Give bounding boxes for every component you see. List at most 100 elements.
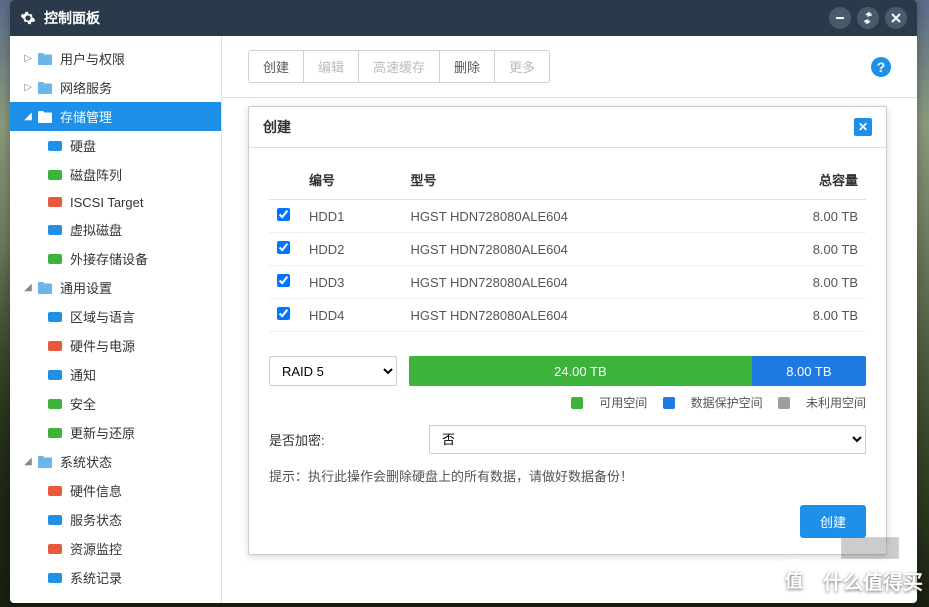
legend-protection-icon xyxy=(663,397,675,409)
help-icon[interactable]: ? xyxy=(871,57,891,77)
sidebar-group-label: 存储管理 xyxy=(60,107,112,126)
cell-model: HGST HDN728080ALE604 xyxy=(403,200,745,233)
sidebar-item-3-3[interactable]: 安全 xyxy=(10,389,221,418)
sidebar-item-4-3[interactable]: 系统记录 xyxy=(10,563,221,592)
sidebar-item-label: 外接存储设备 xyxy=(70,249,148,268)
sidebar-item-2-1[interactable]: 磁盘阵列 xyxy=(10,160,221,189)
sidebar-group-label: 通用设置 xyxy=(60,278,112,297)
cell-model: HGST HDN728080ALE604 xyxy=(403,266,745,299)
gear-icon xyxy=(20,10,36,26)
disk-table: 编号 型号 总容量 HDD1HGST HDN728080ALE6048.00 T… xyxy=(269,160,866,332)
sidebar-item-2-0[interactable]: 硬盘 xyxy=(10,131,221,160)
folder-icon xyxy=(36,280,54,296)
cache-button[interactable]: 高速缓存 xyxy=(359,51,440,82)
sidebar-item-4-1[interactable]: 服务状态 xyxy=(10,505,221,534)
sidebar-item-4-2[interactable]: 资源监控 xyxy=(10,534,221,563)
space-legend: 可用空间 数据保护空间 未利用空间 xyxy=(269,394,866,411)
maximize-button[interactable] xyxy=(857,7,879,29)
cell-capacity: 8.00 TB xyxy=(745,299,866,332)
window-title: 控制面板 xyxy=(44,8,829,28)
table-row: HDD1HGST HDN728080ALE6048.00 TB xyxy=(269,200,866,233)
cell-id: HDD4 xyxy=(301,299,403,332)
chat-icon xyxy=(46,367,64,383)
cell-capacity: 8.00 TB xyxy=(745,233,866,266)
sidebar-item-label: ISCSI Target xyxy=(70,195,143,210)
sidebar-group-label: 系统状态 xyxy=(60,452,112,471)
sidebar-group-label: 用户与权限 xyxy=(60,49,125,68)
sidebar-item-label: 磁盘阵列 xyxy=(70,165,122,184)
sidebar-group-2[interactable]: ◢存储管理 xyxy=(10,102,221,131)
cell-capacity: 8.00 TB xyxy=(745,266,866,299)
row-checkbox[interactable] xyxy=(277,208,290,221)
sidebar-item-2-3[interactable]: 虚拟磁盘 xyxy=(10,215,221,244)
create-button[interactable]: 创建 xyxy=(249,51,304,82)
lock-icon xyxy=(46,396,64,412)
edit-button[interactable]: 编辑 xyxy=(304,51,359,82)
encrypt-select[interactable]: 否 xyxy=(429,425,866,454)
more-button[interactable]: 更多 xyxy=(495,51,549,82)
sidebar-item-label: 硬盘 xyxy=(70,136,96,155)
create-dialog: 创建 ✕ 编号 型号 总容量 HDD1HGST HDN728080ALE6048… xyxy=(248,106,887,555)
sidebar-item-label: 更新与还原 xyxy=(70,423,135,442)
dialog-close-button[interactable]: ✕ xyxy=(854,118,872,136)
cell-capacity: 8.00 TB xyxy=(745,200,866,233)
sidebar-item-4-0[interactable]: 硬件信息 xyxy=(10,476,221,505)
table-row: HDD4HGST HDN728080ALE6048.00 TB xyxy=(269,299,866,332)
sidebar-item-3-1[interactable]: 硬件与电源 xyxy=(10,331,221,360)
sidebar: ▷用户与权限▷网络服务◢存储管理硬盘磁盘阵列ISCSI Target虚拟磁盘外接… xyxy=(10,36,222,603)
tree-toggle-icon: ▷ xyxy=(22,82,34,93)
folder-icon xyxy=(36,454,54,470)
sidebar-group-4[interactable]: ◢ 系统状态 xyxy=(10,447,221,476)
raid-select[interactable]: RAID 5 xyxy=(269,356,397,386)
array-icon xyxy=(46,167,64,183)
titlebar[interactable]: 控制面板 xyxy=(10,0,917,36)
monitor-icon xyxy=(46,541,64,557)
sidebar-item-label: 硬件与电源 xyxy=(70,336,135,355)
minimize-button[interactable] xyxy=(829,7,851,29)
tree-toggle-icon: ◢ xyxy=(22,282,34,293)
cell-id: HDD1 xyxy=(301,200,403,233)
log-icon xyxy=(46,570,64,586)
row-checkbox[interactable] xyxy=(277,307,290,320)
sidebar-item-label: 通知 xyxy=(70,365,96,384)
dialog-create-button[interactable]: 创建 xyxy=(800,505,866,538)
sidebar-group-3[interactable]: ◢ 通用设置 xyxy=(10,273,221,302)
delete-button[interactable]: 删除 xyxy=(440,51,495,82)
sidebar-item-2-4[interactable]: 外接存储设备 xyxy=(10,244,221,273)
refresh-icon xyxy=(46,425,64,441)
folder-icon xyxy=(36,51,54,67)
row-checkbox[interactable] xyxy=(277,274,290,287)
cell-id: HDD2 xyxy=(301,233,403,266)
hdd-icon xyxy=(46,138,64,154)
sidebar-item-3-0[interactable]: 区域与语言 xyxy=(10,302,221,331)
cell-id: HDD3 xyxy=(301,266,403,299)
sidebar-group-0[interactable]: ▷用户与权限 xyxy=(10,44,221,73)
dialog-header[interactable]: 创建 ✕ xyxy=(249,107,886,148)
sidebar-item-2-2[interactable]: ISCSI Target xyxy=(10,189,221,215)
vdisk-icon xyxy=(46,222,64,238)
cell-model: HGST HDN728080ALE604 xyxy=(403,233,745,266)
col-capacity: 总容量 xyxy=(745,160,866,200)
row-checkbox[interactable] xyxy=(277,241,290,254)
cell-model: HGST HDN728080ALE604 xyxy=(403,299,745,332)
legend-unused-icon xyxy=(778,397,790,409)
space-bar: 24.00 TB 8.00 TB xyxy=(409,356,866,386)
sidebar-group-1[interactable]: ▷ 网络服务 xyxy=(10,73,221,102)
tree-toggle-icon: ◢ xyxy=(22,456,34,467)
close-button[interactable] xyxy=(885,7,907,29)
folder-icon xyxy=(36,109,54,125)
sidebar-item-label: 安全 xyxy=(70,394,96,413)
sidebar-item-3-2[interactable]: 通知 xyxy=(10,360,221,389)
sidebar-item-3-4[interactable]: 更新与还原 xyxy=(10,418,221,447)
toolbar-button-group: 创建 编辑 高速缓存 删除 更多 xyxy=(248,50,550,83)
toolbar: 创建 编辑 高速缓存 删除 更多 ? xyxy=(222,36,917,98)
globe-icon xyxy=(46,309,64,325)
sidebar-item-label: 硬件信息 xyxy=(70,481,122,500)
warning-tip: 提示：执行此操作会删除硬盘上的所有数据，请做好数据备份！ xyxy=(269,466,866,485)
sidebar-item-label: 虚拟磁盘 xyxy=(70,220,122,239)
sidebar-group-label: 网络服务 xyxy=(60,78,112,97)
space-usable-segment: 24.00 TB xyxy=(409,356,752,386)
col-model: 型号 xyxy=(403,160,745,200)
power-icon xyxy=(46,338,64,354)
table-row: HDD2HGST HDN728080ALE6048.00 TB xyxy=(269,233,866,266)
